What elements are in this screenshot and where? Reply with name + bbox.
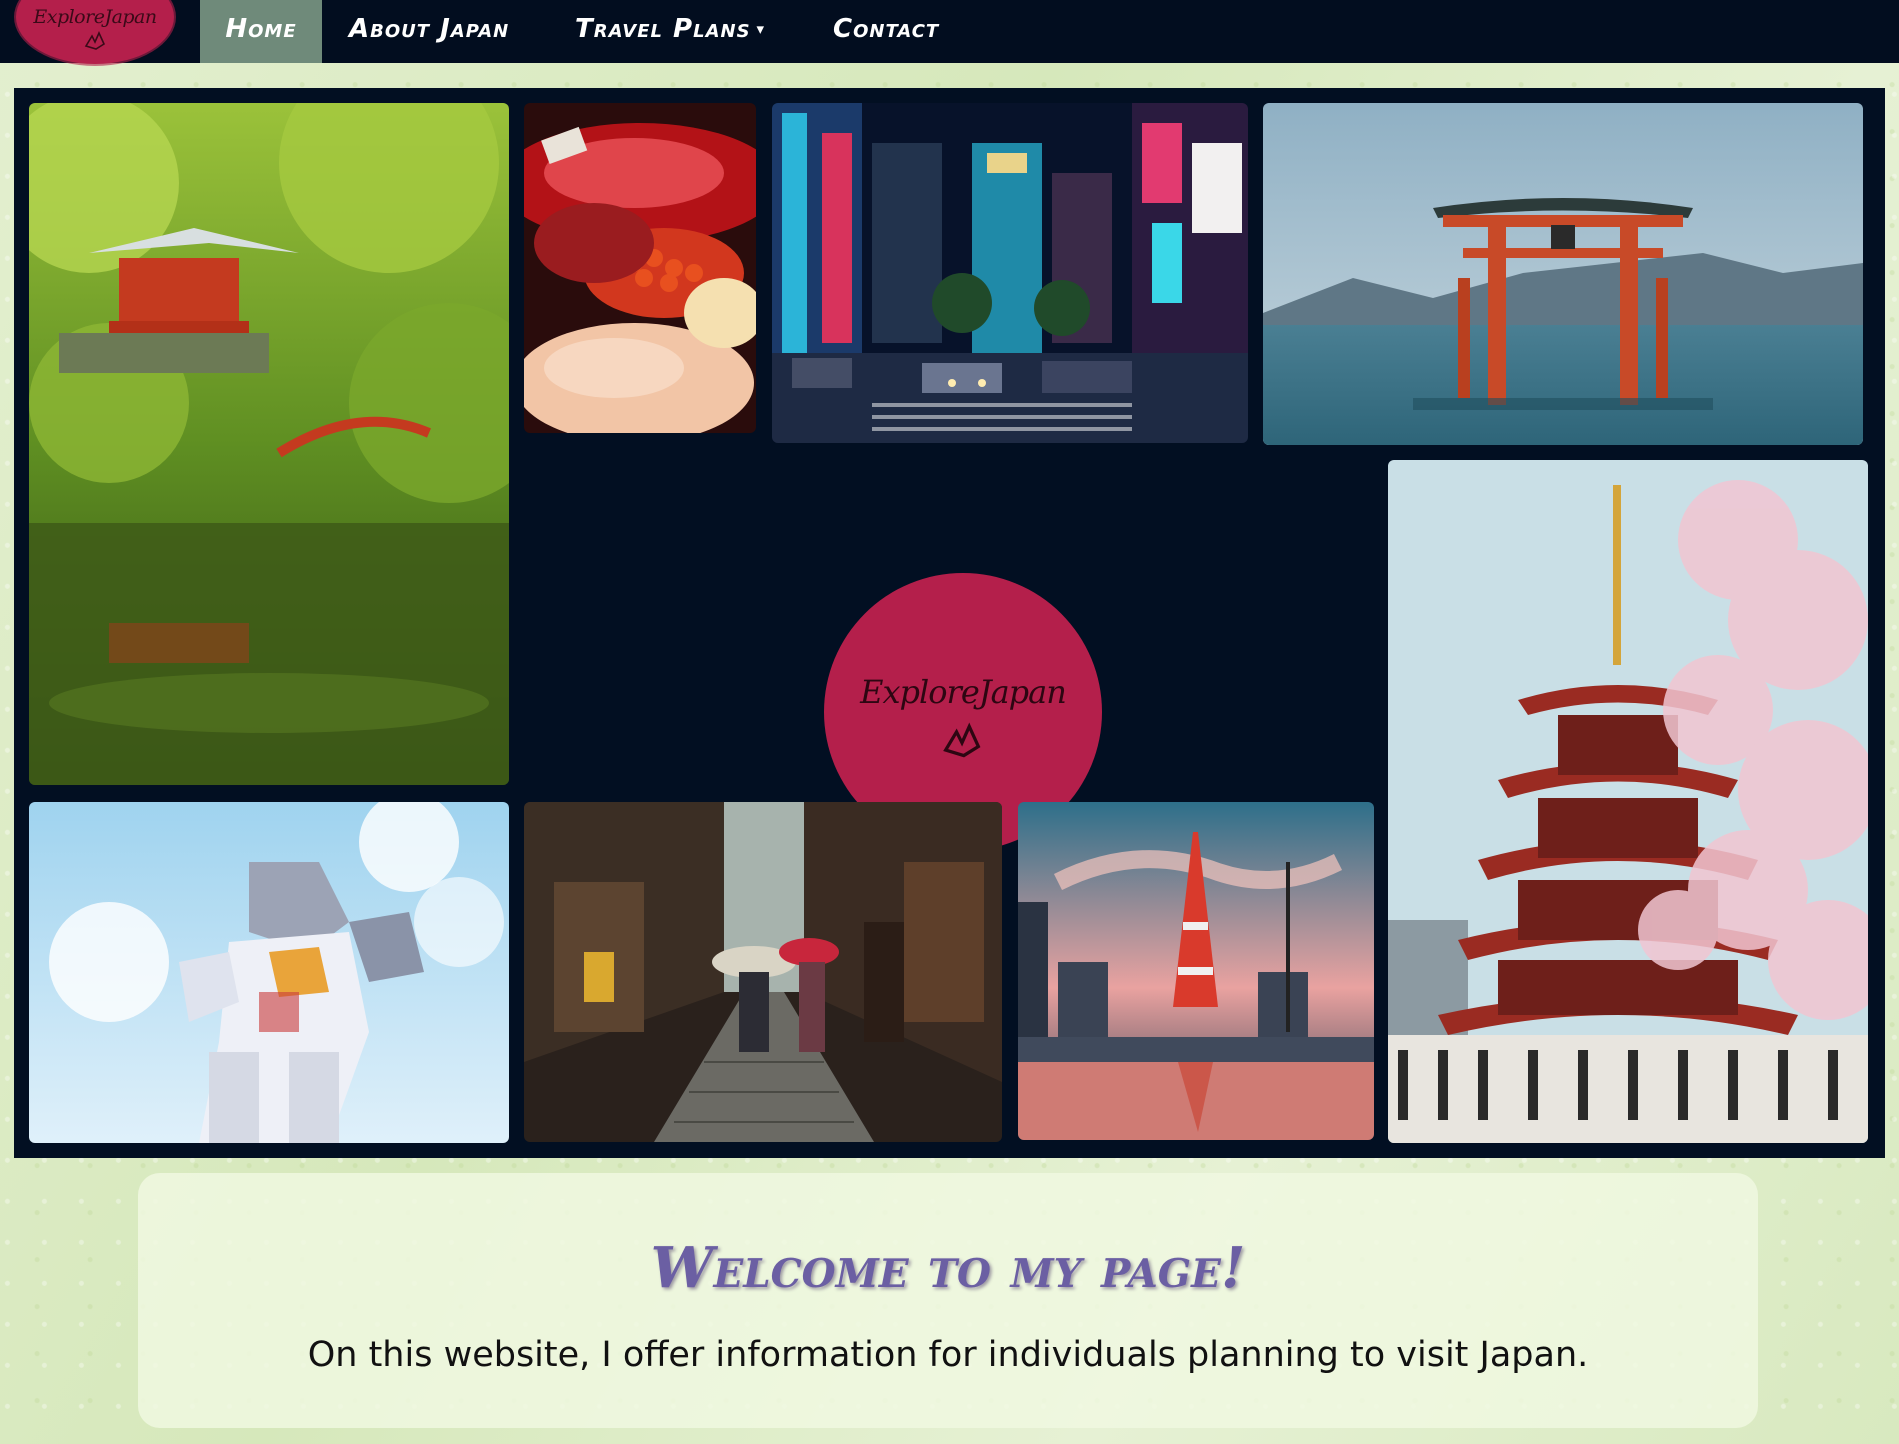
photo-gallery: ExploreJapan (14, 88, 1885, 1158)
photo-temple-garden[interactable] (29, 103, 509, 785)
nav-home[interactable]: Home (200, 0, 322, 63)
paper-crane-icon (942, 721, 982, 770)
photo-gundam[interactable] (29, 802, 509, 1143)
welcome-description: On this website, I offer information for… (307, 1335, 1589, 1375)
nav-home-label: Home (225, 14, 297, 44)
site-logo[interactable]: ExploreJapan (16, 0, 174, 64)
photo-torii-gate[interactable] (1263, 103, 1863, 445)
photo-pagoda[interactable] (1388, 460, 1868, 1143)
welcome-card: Welcome to my page! On this website, I o… (138, 1173, 1758, 1428)
nav-about-label: About Japan (349, 14, 510, 44)
photo-kyoto-alley[interactable] (524, 802, 1002, 1142)
center-logo-text: ExploreJapan (860, 673, 1067, 711)
logo-text: ExploreJapan (33, 6, 157, 28)
photo-sushi[interactable] (524, 103, 756, 433)
paper-crane-icon (84, 30, 106, 57)
photo-tokyo-tower[interactable] (1018, 802, 1374, 1140)
caret-down-icon: ▾ (756, 20, 766, 38)
nav-about-japan[interactable]: About Japan (327, 0, 531, 63)
nav-contact-label: Contact (833, 14, 940, 44)
welcome-title: Welcome to my page! (650, 1235, 1246, 1301)
nav-contact[interactable]: Contact (811, 0, 961, 63)
nav-travel-label: Travel Plans (575, 14, 751, 44)
photo-tokyo-night[interactable] (772, 103, 1248, 443)
top-navbar: ExploreJapan Home About Japan Travel Pla… (0, 0, 1899, 64)
nav-travel-plans-dropdown[interactable]: Travel Plans ▾ (553, 0, 787, 63)
